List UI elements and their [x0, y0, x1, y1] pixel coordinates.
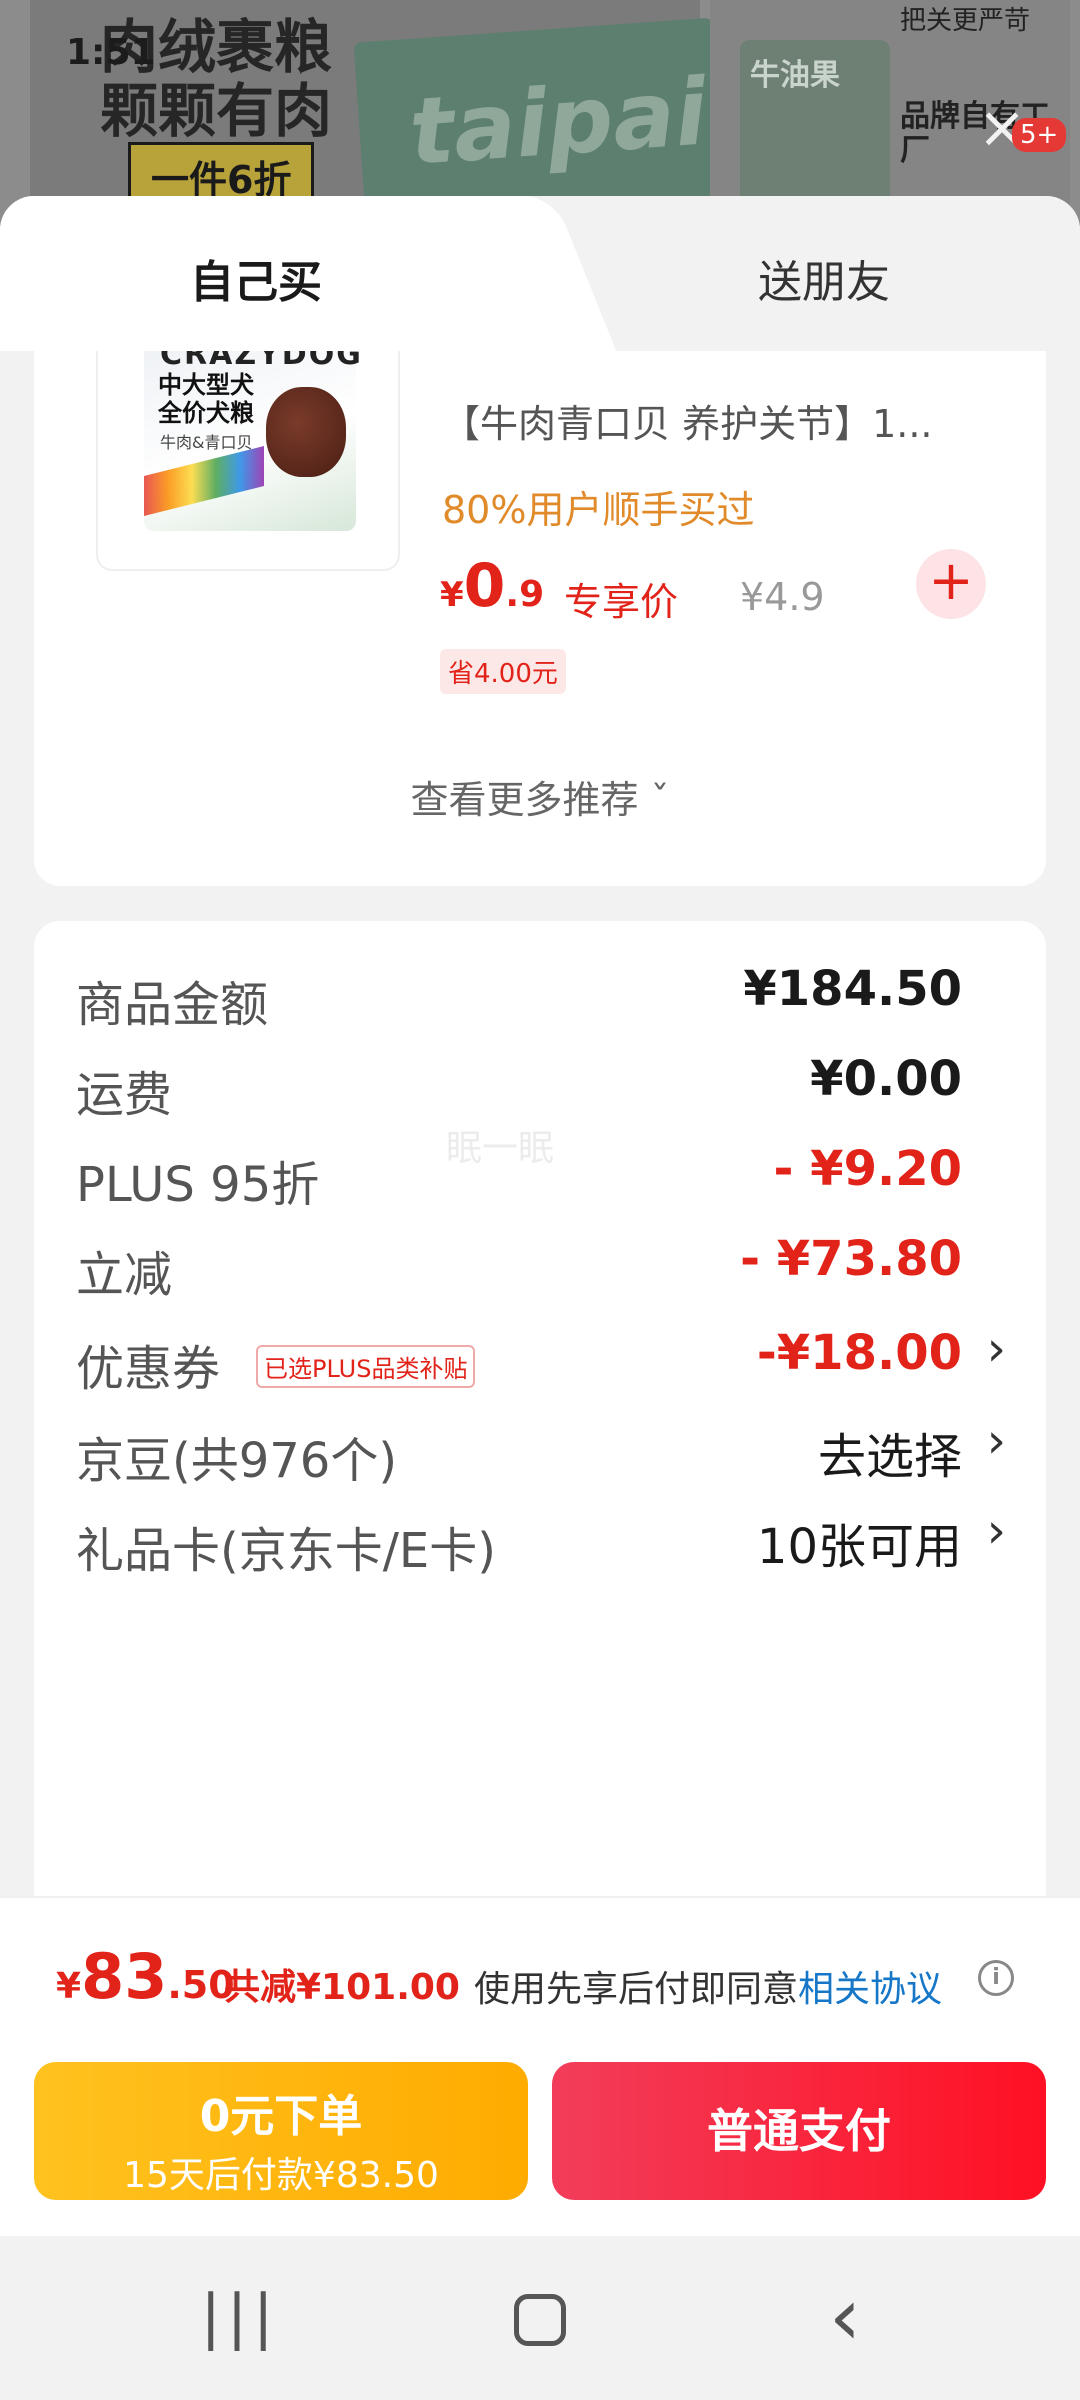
- tab-bar: 自己买 送朋友: [0, 196, 1080, 351]
- order-summary-bar: ¥83.50 共减¥101.00 使用先享后付即同意相关协议 i: [0, 1896, 1080, 2046]
- coupon-value: -¥18.00: [756, 1325, 962, 1381]
- add-to-cart-button[interactable]: +: [916, 549, 986, 619]
- info-icon[interactable]: i: [978, 1960, 1014, 1996]
- total-currency: ¥: [56, 1966, 82, 2007]
- row-goods-amount: 商品金额 ¥184.50: [76, 955, 1006, 1035]
- jingdou-label: 京豆(共976个): [76, 1433, 398, 1489]
- row-shipping: 运费 ¥0.00: [76, 1045, 1006, 1125]
- pay-later-title: 0元下单: [199, 2091, 363, 2142]
- shipping-value: ¥0.00: [810, 1051, 962, 1107]
- row-plus-discount: PLUS 95折 - ¥9.20: [76, 1135, 1006, 1215]
- pack-food-graphic: [266, 387, 346, 477]
- recent-apps-icon[interactable]: |||: [190, 2272, 290, 2362]
- recommend-bought-text: 80%用户顺手买过: [442, 488, 755, 532]
- row-instant-discount: 立减 - ¥73.80: [76, 1225, 1006, 1305]
- tab-send-friend[interactable]: 送朋友: [758, 246, 890, 310]
- row-gift-card[interactable]: 礼品卡(京东卡/E卡) 10张可用 ›: [76, 1501, 1006, 1581]
- chevron-right-icon: ›: [986, 1413, 1006, 1469]
- jingdou-value: 去选择: [817, 1429, 962, 1485]
- plus-discount-label: PLUS 95折: [76, 1157, 320, 1213]
- row-coupon[interactable]: 优惠券 已选PLUS品类补贴 -¥18.00 ›: [76, 1319, 1006, 1399]
- instant-discount-value: - ¥73.80: [740, 1231, 962, 1287]
- chevron-right-icon: ›: [986, 1503, 1006, 1559]
- notification-badge: 5+: [1012, 118, 1067, 152]
- gift-card-label: 礼品卡(京东卡/E卡): [76, 1523, 496, 1579]
- pack-line2: 牛肉&青口贝: [160, 433, 253, 452]
- pay-later-button[interactable]: 0元下单 15天后付款¥83.50: [34, 2062, 528, 2200]
- pack-line1-b: 全价犬粮: [158, 399, 254, 427]
- recommend-card: CRAZYDOG 中大型犬 全价犬粮 牛肉&青口贝 【牛肉青口贝 养护关节】1.…: [34, 351, 1046, 886]
- recommend-price: ¥0.9: [440, 551, 544, 621]
- coupon-label: 优惠券: [76, 1341, 221, 1397]
- shipping-label: 运费: [76, 1067, 173, 1123]
- price-currency: ¥: [440, 575, 464, 615]
- status-time: 1:51: [66, 32, 156, 73]
- pack-line1: 中大型犬 全价犬粮: [158, 371, 254, 427]
- goods-amount-label: 商品金额: [76, 977, 269, 1033]
- total-integer: 83: [81, 1940, 168, 2013]
- original-price: ¥4.9: [740, 575, 825, 619]
- save-tag: 省4.00元: [440, 649, 566, 694]
- pack-brand: CRAZYDOG: [160, 351, 363, 372]
- chevron-right-icon: ›: [986, 1321, 1006, 1377]
- home-square: [514, 2294, 566, 2347]
- status-bar: 1:51: [0, 20, 1080, 80]
- coupon-selected-tag: 已选PLUS品类补贴: [256, 1345, 476, 1388]
- price-detail-card: 眠一眠 商品金额 ¥184.50 运费 ¥0.00 PLUS 95折 - ¥9.…: [34, 921, 1046, 1921]
- agreement-link[interactable]: 相关协议: [798, 1969, 942, 2010]
- plus-icon: +: [928, 549, 974, 612]
- tab-self-buy-label[interactable]: 自己买: [190, 246, 322, 310]
- agreement-text: 使用先享后付即同意相关协议: [474, 1960, 942, 2012]
- instant-discount-label: 立减: [76, 1247, 173, 1303]
- price-integer: 0: [463, 551, 506, 621]
- agreement-prefix: 使用先享后付即同意: [474, 1969, 799, 2010]
- gift-card-value: 10张可用: [756, 1519, 962, 1575]
- pack-line1-a: 中大型犬: [158, 371, 254, 399]
- row-jingdou[interactable]: 京豆(共976个) 去选择 ›: [76, 1411, 1006, 1491]
- home-icon[interactable]: [490, 2272, 590, 2362]
- system-nav-bar: ||| ‹: [0, 2236, 1080, 2400]
- total-price: ¥83.50: [56, 1940, 235, 2013]
- back-icon[interactable]: ‹: [795, 2272, 895, 2362]
- action-buttons: 0元下单 15天后付款¥83.50 普通支付: [0, 2046, 1080, 2236]
- plus-discount-value: - ¥9.20: [773, 1141, 962, 1197]
- normal-pay-button[interactable]: 普通支付: [552, 2062, 1046, 2200]
- price-decimal: .9: [505, 574, 545, 615]
- pay-later-subtitle: 15天后付款¥83.50: [123, 2155, 439, 2196]
- goods-amount-value: ¥184.50: [743, 961, 962, 1017]
- more-recommend-link[interactable]: 查看更多推荐 ˇ: [34, 769, 1046, 824]
- total-saved: 共减¥101.00: [224, 1967, 460, 2008]
- recommend-title[interactable]: 【牛肉青口贝 养护关节】1...: [442, 393, 1002, 448]
- recommend-product-image[interactable]: CRAZYDOG 中大型犬 全价犬粮 牛肉&青口贝: [96, 351, 400, 571]
- exclusive-price-label: 专享价: [564, 580, 679, 624]
